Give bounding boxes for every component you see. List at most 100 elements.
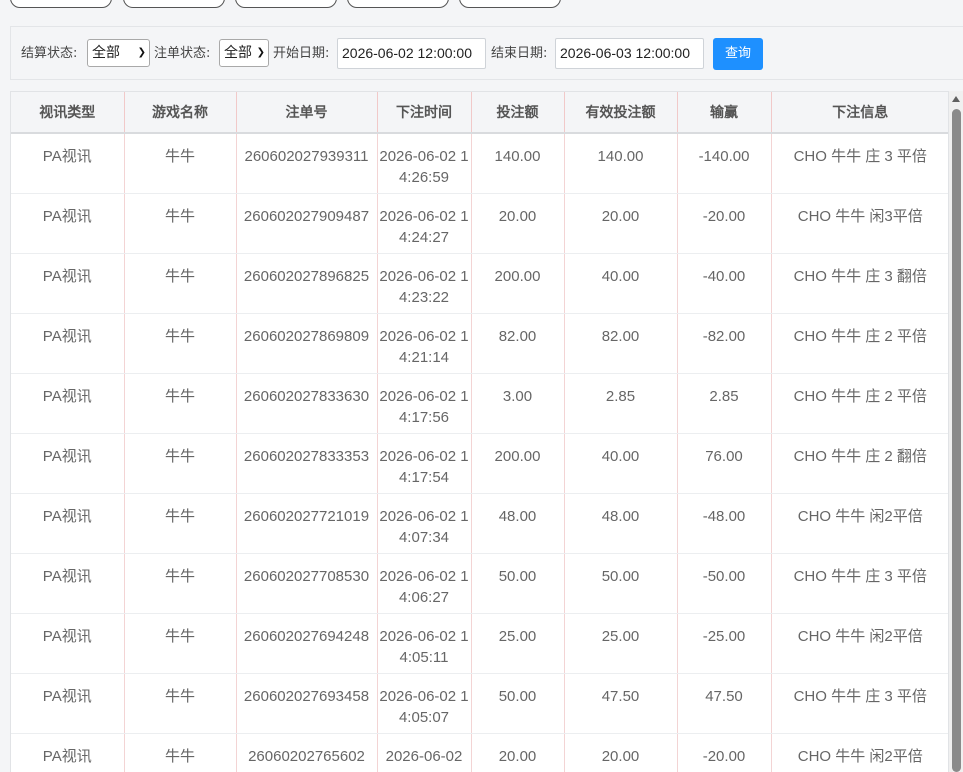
bet-info-cell: CHO 牛牛 庄 2 平倍 — [771, 373, 948, 434]
col-header-valid-bet: 有效投注额 — [564, 92, 678, 134]
game-name-cell: 牛牛 — [124, 553, 237, 614]
bet-time-cell: 2026-06-02 14:05:11 — [377, 613, 472, 674]
bet-time-cell: 2026-06-02 14:06:27 — [377, 553, 472, 614]
game-name-cell: 牛牛 — [124, 253, 237, 314]
video-type-cell: PA视讯 — [11, 613, 125, 674]
win-loss-cell: 2.85 — [677, 373, 772, 434]
bet-amount-cell: 200.00 — [471, 433, 565, 494]
bet-info-cell: CHO 牛牛 庄 3 平倍 — [771, 673, 948, 734]
tab-button[interactable] — [10, 0, 112, 8]
bet-info-cell: CHO 牛牛 庄 2 平倍 — [771, 313, 948, 374]
bet-amount-cell: 3.00 — [471, 373, 565, 434]
game-name-cell: 牛牛 — [124, 673, 237, 734]
bet-id-cell: 260602027721019 — [236, 493, 378, 554]
bet-amount-cell: 82.00 — [471, 313, 565, 374]
table-row: PA视讯 牛牛 260602027896825 2026-06-02 14:23:22… — [11, 253, 948, 314]
bet-time-cell: 2026-06-02 14:21:14 — [377, 313, 472, 374]
video-type-cell: PA视讯 — [11, 313, 125, 374]
bet-info-cell: CHO 牛牛 闲2平倍 — [771, 493, 948, 554]
settle-status-label: 结算状态: — [21, 46, 78, 61]
table-row: PA视讯 牛牛 26060202765602 2026-06-02 20.00 20.00… — [11, 733, 948, 772]
bet-amount-cell: 25.00 — [471, 613, 565, 674]
bet-status-label: 注单状态: — [154, 46, 211, 61]
win-loss-cell: -25.00 — [677, 613, 772, 674]
table-header-row: 视讯类型 游戏名称 注单号 下注时间 投注额 有效投注额 输赢 下注信息 — [11, 92, 948, 134]
bet-status-select[interactable]: 全部 ❯ — [219, 39, 269, 67]
table-row: PA视讯 牛牛 260602027909487 2026-06-02 14:24:27… — [11, 193, 948, 254]
bet-time-cell: 2026-06-02 14:26:59 — [377, 133, 472, 194]
bet-time-cell: 2026-06-02 14:17:54 — [377, 433, 472, 494]
col-header-win-loss: 输赢 — [677, 92, 772, 134]
bet-amount-cell: 20.00 — [471, 193, 565, 254]
settle-status-select[interactable]: 全部 ❯ — [87, 39, 150, 67]
bet-amount-cell: 48.00 — [471, 493, 565, 554]
bet-info-cell: CHO 牛牛 庄 3 平倍 — [771, 133, 948, 194]
bet-id-cell: 26060202765602 — [236, 733, 378, 772]
scroll-up-icon[interactable] — [952, 96, 960, 102]
bet-time-cell: 2026-06-02 — [377, 733, 472, 772]
video-type-cell: PA视讯 — [11, 673, 125, 734]
chevron-down-icon: ❯ — [137, 47, 146, 58]
bet-time-cell: 2026-06-02 14:05:07 — [377, 673, 472, 734]
valid-bet-cell: 40.00 — [564, 253, 678, 314]
bet-records-table: 视讯类型 游戏名称 注单号 下注时间 投注额 有效投注额 输赢 下注信息 PA视… — [10, 91, 949, 772]
valid-bet-cell: 40.00 — [564, 433, 678, 494]
col-header-video-type: 视讯类型 — [11, 92, 125, 134]
valid-bet-cell: 2.85 — [564, 373, 678, 434]
bet-amount-cell: 140.00 — [471, 133, 565, 194]
bet-info-cell: CHO 牛牛 闲2平倍 — [771, 613, 948, 674]
video-type-cell: PA视讯 — [11, 493, 125, 554]
col-header-bet-id: 注单号 — [236, 92, 378, 134]
top-tabs — [0, 0, 963, 8]
video-type-cell: PA视讯 — [11, 553, 125, 614]
win-loss-cell: -20.00 — [677, 193, 772, 254]
bet-time-cell: 2026-06-02 14:07:34 — [377, 493, 472, 554]
scrollbar-thumb[interactable] — [952, 109, 961, 772]
table-row: PA视讯 牛牛 260602027694248 2026-06-02 14:05:11… — [11, 613, 948, 674]
bet-id-cell: 260602027693458 — [236, 673, 378, 734]
tab-button[interactable] — [235, 0, 337, 8]
video-type-cell: PA视讯 — [11, 433, 125, 494]
tab-button[interactable] — [123, 0, 225, 8]
bet-id-cell: 260602027896825 — [236, 253, 378, 314]
video-type-cell: PA视讯 — [11, 193, 125, 254]
bet-id-cell: 260602027939311 — [236, 133, 378, 194]
valid-bet-cell: 82.00 — [564, 313, 678, 374]
bet-info-cell: CHO 牛牛 庄 3 平倍 — [771, 553, 948, 614]
game-name-cell: 牛牛 — [124, 193, 237, 254]
bet-time-cell: 2026-06-02 14:23:22 — [377, 253, 472, 314]
win-loss-cell: 47.50 — [677, 673, 772, 734]
bet-info-cell: CHO 牛牛 庄 3 翻倍 — [771, 253, 948, 314]
bet-status-value: 全部 — [224, 45, 252, 61]
game-name-cell: 牛牛 — [124, 733, 237, 772]
game-name-cell: 牛牛 — [124, 493, 237, 554]
table-row: PA视讯 牛牛 260602027693458 2026-06-02 14:05:07… — [11, 673, 948, 734]
table-row: PA视讯 牛牛 260602027939311 2026-06-02 14:26:59… — [11, 133, 948, 194]
vertical-scrollbar[interactable] — [949, 91, 963, 772]
bet-id-cell: 260602027869809 — [236, 313, 378, 374]
start-date-input[interactable]: 2026-06-02 12:00:00 — [337, 38, 486, 69]
bet-amount-cell: 20.00 — [471, 733, 565, 772]
bet-amount-cell: 200.00 — [471, 253, 565, 314]
end-date-input[interactable]: 2026-06-03 12:00:00 — [555, 38, 704, 69]
valid-bet-cell: 20.00 — [564, 733, 678, 772]
valid-bet-cell: 25.00 — [564, 613, 678, 674]
video-type-cell: PA视讯 — [11, 133, 125, 194]
win-loss-cell: -82.00 — [677, 313, 772, 374]
settle-status-value: 全部 — [92, 45, 120, 61]
video-type-cell: PA视讯 — [11, 733, 125, 772]
win-loss-cell: -40.00 — [677, 253, 772, 314]
win-loss-cell: -48.00 — [677, 493, 772, 554]
win-loss-cell: -20.00 — [677, 733, 772, 772]
bet-amount-cell: 50.00 — [471, 673, 565, 734]
bet-info-cell: CHO 牛牛 闲2平倍 — [771, 733, 948, 772]
tab-button[interactable] — [347, 0, 449, 8]
game-name-cell: 牛牛 — [124, 373, 237, 434]
game-name-cell: 牛牛 — [124, 433, 237, 494]
bet-id-cell: 260602027909487 — [236, 193, 378, 254]
start-date-label: 开始日期: — [273, 46, 330, 61]
tab-button[interactable] — [459, 0, 561, 8]
query-button[interactable]: 查询 — [713, 38, 763, 70]
end-date-label: 结束日期: — [491, 46, 548, 61]
col-header-game-name: 游戏名称 — [124, 92, 237, 134]
